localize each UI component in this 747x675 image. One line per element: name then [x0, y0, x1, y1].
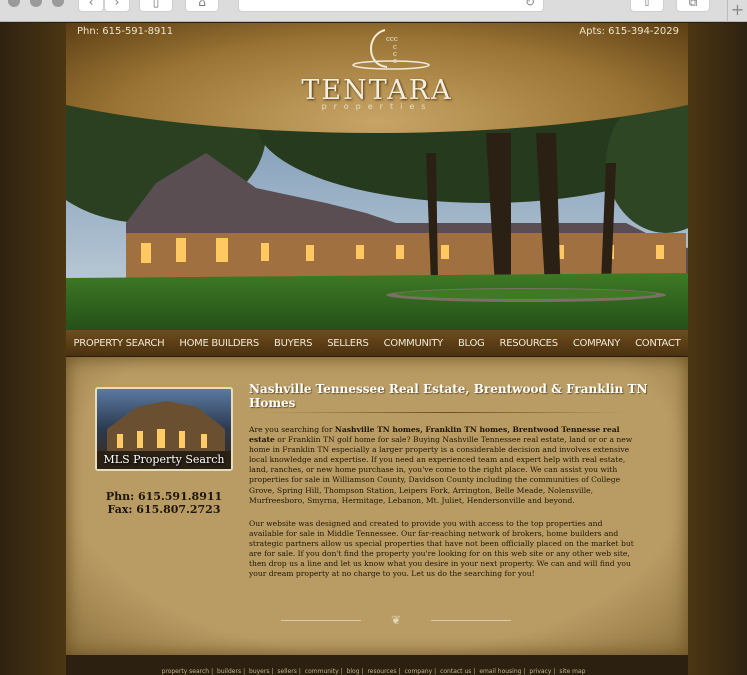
footer-link[interactable]: community [305, 668, 339, 675]
site-header: Phn: 615-591-8911 Apts: 615-394-2029 ccc… [66, 23, 688, 133]
zoom-window-icon[interactable] [52, 0, 64, 7]
content-area: MLS Property Search Phn: 615.591.8911 Fa… [66, 357, 688, 655]
nav-resources[interactable]: RESOURCES [500, 338, 559, 349]
ornament-line-right [431, 620, 511, 621]
nav-home-builders[interactable]: HOME BUILDERS [179, 338, 259, 349]
logo-emblem-icon: cccccc [352, 29, 430, 70]
footer-link[interactable]: builders [217, 668, 241, 675]
mls-label: MLS Property Search [103, 453, 225, 466]
nav-sellers[interactable]: SELLERS [327, 338, 369, 349]
footer-link[interactable]: resources [367, 668, 396, 675]
nav-company[interactable]: COMPANY [573, 338, 621, 349]
page-title: Nashville Tennessee Real Estate, Brentwo… [249, 382, 648, 410]
second-paragraph: Our website was designed and created to … [249, 519, 634, 579]
footer-link[interactable]: buyers [249, 668, 269, 675]
forward-button[interactable]: › [104, 0, 130, 12]
footer-link[interactable]: property search [162, 668, 210, 675]
footer-link[interactable]: site map [559, 668, 585, 675]
tabs-icon[interactable]: ⧉ [676, 0, 710, 12]
nav-buyers[interactable]: BUYERS [274, 338, 312, 349]
page-background-left [0, 23, 66, 675]
footer-link[interactable]: contact us [440, 668, 471, 675]
nav-blog[interactable]: BLOG [458, 338, 485, 349]
mls-property-search-button[interactable]: MLS Property Search [95, 387, 233, 471]
intro-paragraph: Are you searching for Nashville TN homes… [249, 425, 639, 506]
close-window-icon[interactable] [8, 0, 20, 7]
page-column: Phn: 615-591-8911 Apts: 615-394-2029 ccc… [66, 23, 688, 655]
footer-link[interactable]: blog [347, 668, 360, 675]
share-icon[interactable]: ⇧ [630, 0, 664, 12]
sidebar-icon[interactable]: ▯ [139, 0, 173, 12]
intro-text-continued: or Franklin TN golf home for sale? Buyin… [249, 435, 633, 505]
nav-community[interactable]: COMMUNITY [384, 338, 444, 349]
back-button[interactable]: ‹ [78, 0, 104, 12]
main-nav: PROPERTY SEARCH HOME BUILDERS BUYERS SEL… [66, 330, 688, 357]
sidebar-fax: Fax: 615.807.2723 [107, 503, 221, 516]
new-tab-button[interactable]: + [727, 0, 747, 22]
title-divider [266, 412, 626, 413]
svg-text:c: c [393, 57, 397, 65]
minimize-window-icon[interactable] [30, 0, 42, 7]
footer-link[interactable]: company [404, 668, 432, 675]
intro-text: Are you searching for [249, 425, 335, 434]
header-phone: Phn: 615-591-8911 [77, 26, 174, 37]
logo-subtext: properties [321, 102, 433, 111]
nav-property-search[interactable]: PROPERTY SEARCH [74, 338, 165, 349]
sidebar-contact: Phn: 615.591.8911 Fax: 615.807.2723 [86, 490, 242, 516]
footer-link[interactable]: privacy [529, 668, 551, 675]
reload-icon[interactable]: ↻ [525, 0, 535, 9]
footer-links: property search | builders | buyers | selle… [161, 668, 586, 675]
nav-contact[interactable]: CONTACT [635, 338, 681, 349]
address-bar[interactable]: ↻ [238, 0, 544, 12]
footer-link[interactable]: email housing [479, 668, 521, 675]
page-background-right [688, 23, 747, 675]
svg-text:ccc: ccc [386, 35, 398, 43]
header-apts-phone: Apts: 615-394-2029 [579, 26, 679, 37]
sidebar-phone: Phn: 615.591.8911 [105, 490, 223, 503]
home-icon[interactable]: ⌂ [185, 0, 219, 12]
footer-link[interactable]: sellers [277, 668, 296, 675]
browser-toolbar: ‹ › ▯ ⌂ ↻ ⇧ ⧉ + [0, 0, 747, 22]
